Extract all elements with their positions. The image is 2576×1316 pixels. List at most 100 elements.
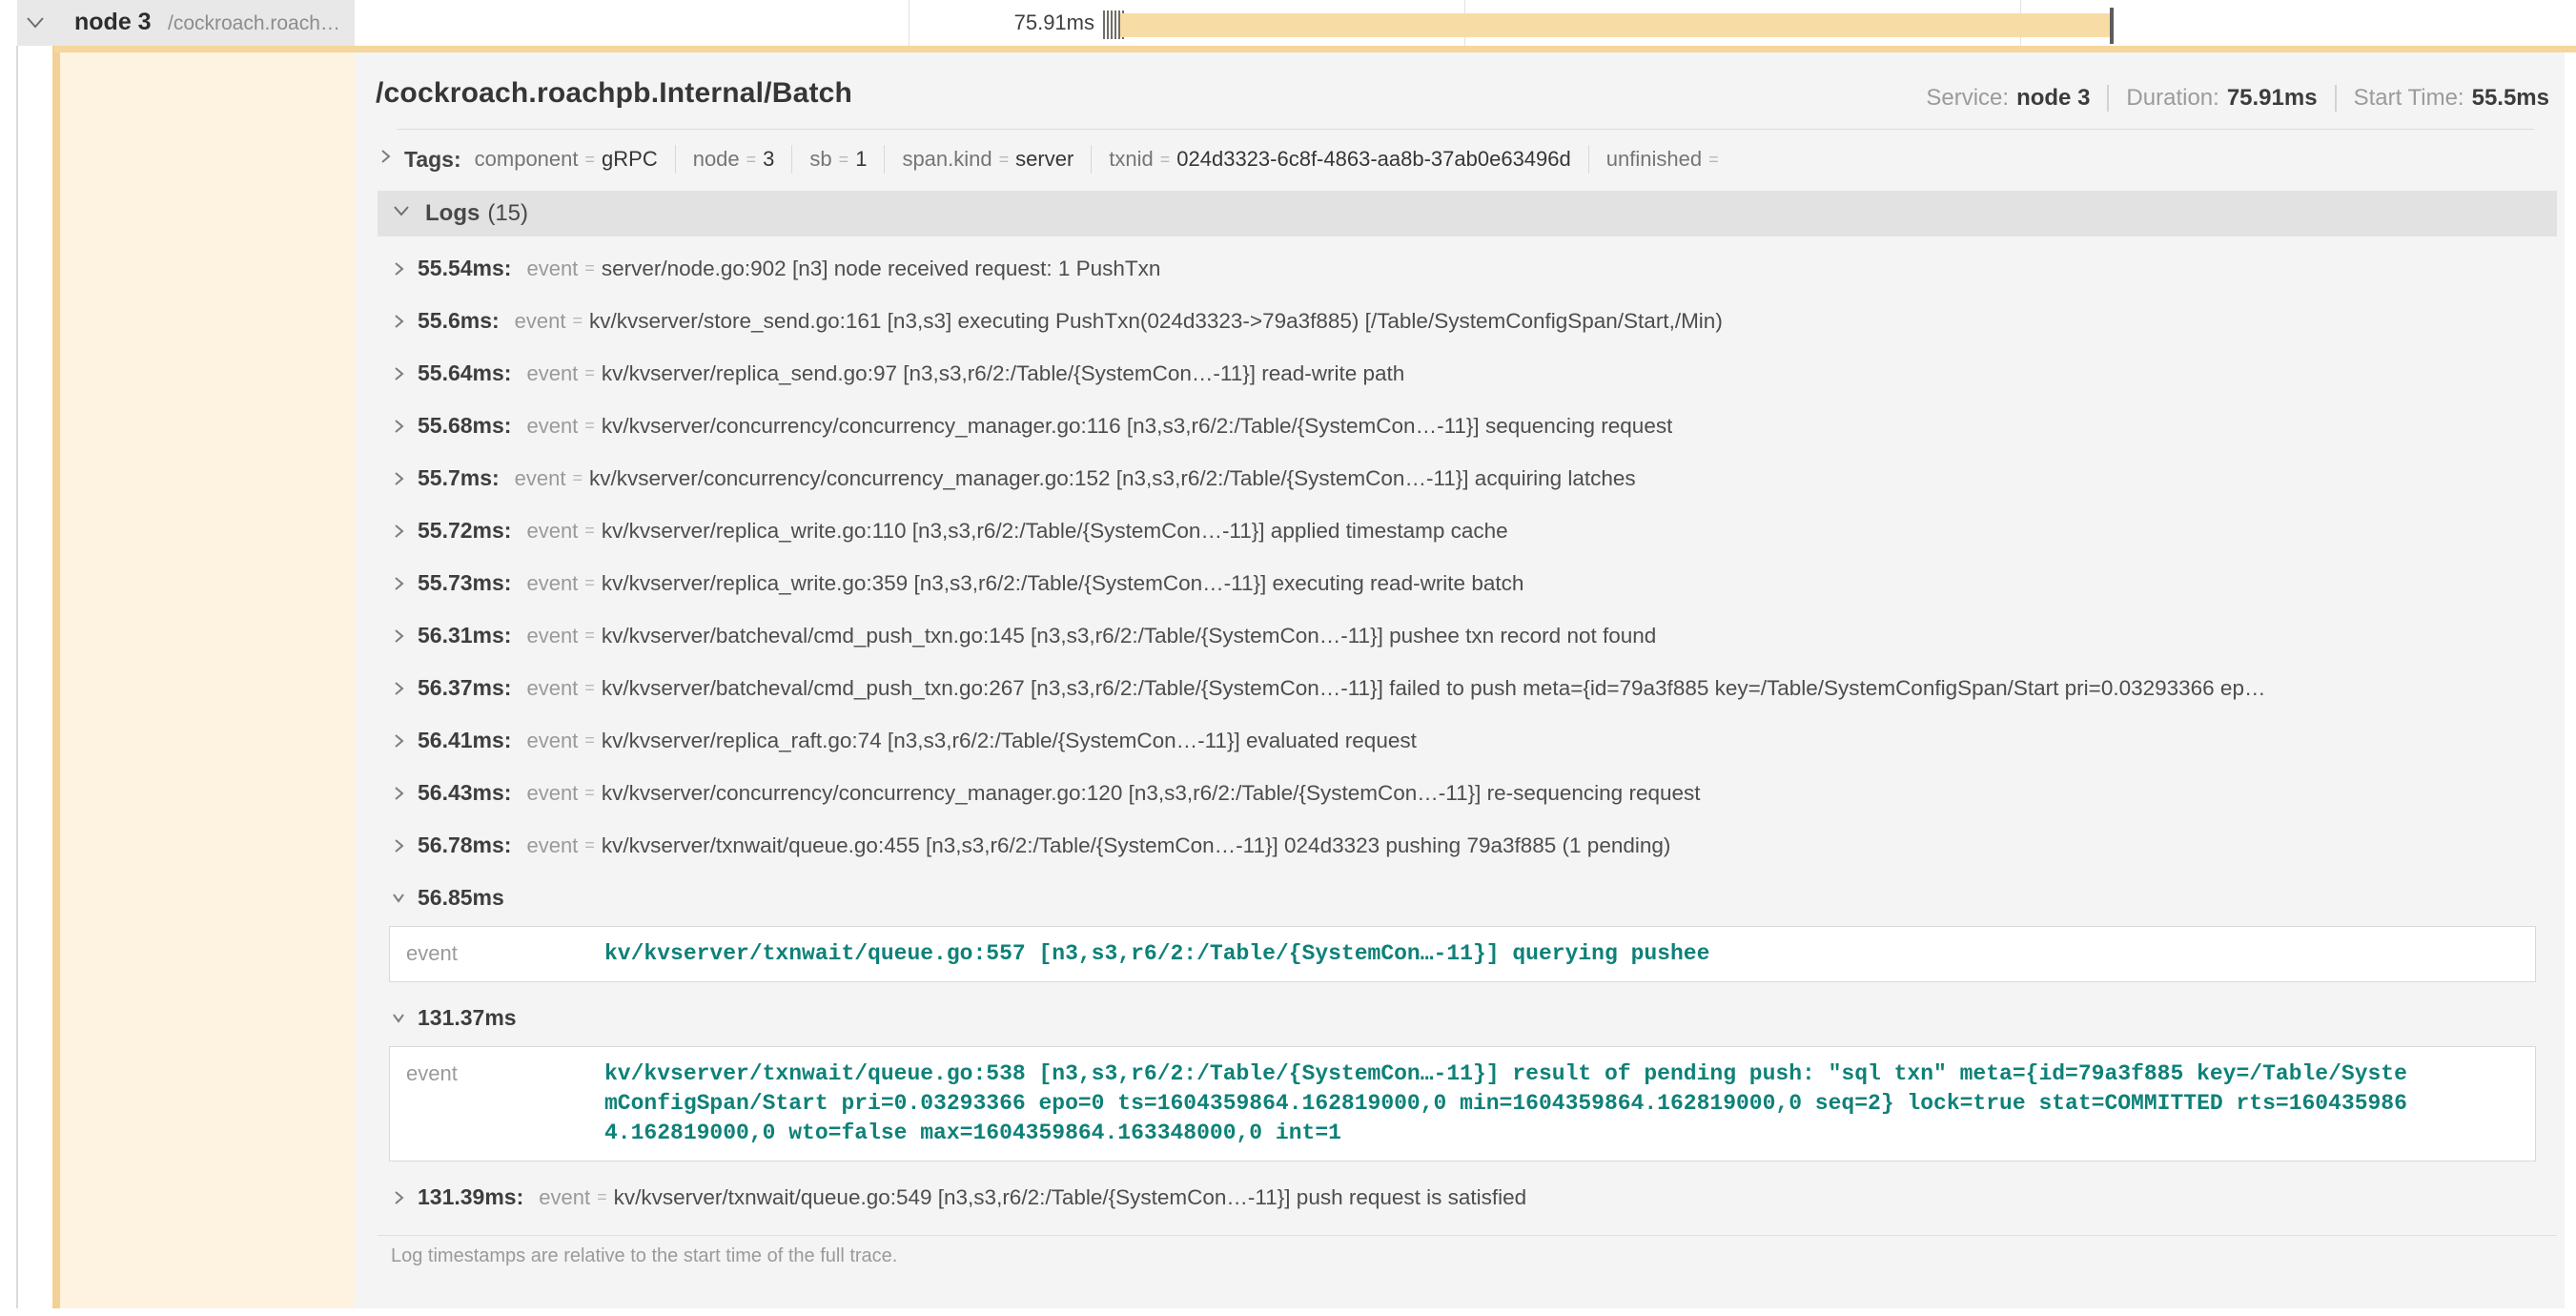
equals-sign: = — [584, 678, 595, 698]
log-entry-row[interactable]: 55.73ms:event=kv/kvserver/replica_write.… — [378, 557, 2557, 609]
chevron-right-icon[interactable] — [391, 731, 406, 751]
log-timestamp: 55.54ms: — [418, 256, 511, 281]
log-field-value: kv/kvserver/replica_send.go:97 [n3,s3,r6… — [602, 361, 1405, 386]
log-field-value: kv/kvserver/replica_raft.go:74 [n3,s3,r6… — [602, 729, 1417, 753]
equals-sign: = — [584, 835, 595, 855]
equals-sign: = — [584, 626, 595, 646]
log-detail-panel: eventkv/kvserver/txnwait/queue.go:538 [n… — [389, 1046, 2536, 1162]
tags-list: component=gRPCnode=3sb=1span.kind=server… — [475, 145, 1726, 174]
timeline-gridline — [909, 0, 910, 46]
logs-header[interactable]: Logs (15) — [378, 191, 2557, 236]
chevron-right-icon[interactable] — [378, 147, 393, 172]
log-field-value: kv/kvserver/concurrency/concurrency_mana… — [602, 781, 1701, 806]
log-entry-row[interactable]: 56.37ms:event=kv/kvserver/batcheval/cmd_… — [378, 662, 2557, 714]
log-entry-row[interactable]: 56.43ms: event = kv/kvserver/concurrency/co… — [378, 767, 2557, 819]
tag-item[interactable]: unfinished= — [1606, 147, 1726, 172]
chevron-right-icon[interactable] — [391, 364, 406, 383]
logs-list: 55.54ms: event = server/node.go:902 [n3] no… — [378, 236, 2557, 1223]
log-marker — [2110, 8, 2114, 44]
equals-sign: = — [999, 150, 1010, 170]
log-field-value: kv/kvserver/batcheval/cmd_push_txn.go:26… — [602, 676, 2266, 701]
equals-sign: = — [1160, 150, 1171, 170]
duration-value: 75.91ms — [2227, 85, 2318, 112]
log-timestamp: 56.43ms: — [418, 780, 511, 806]
log-field-key: event — [526, 519, 578, 544]
tag-item[interactable]: sb=1 — [809, 147, 867, 172]
tag-item[interactable]: node=3 — [693, 147, 775, 172]
log-detail-panel: eventkv/kvserver/txnwait/queue.go:557 [n… — [389, 926, 2536, 982]
start-time-label: Start Time: — [2354, 85, 2464, 112]
log-field-key: event — [526, 624, 578, 648]
span-row[interactable]: node 3 /cockroach.roach… 75.91ms — [0, 0, 2576, 46]
log-field-value: kv/kvserver/txnwait/queue.go:557 [n3,s3,… — [604, 939, 1709, 969]
chevron-right-icon[interactable] — [391, 417, 406, 436]
chevron-down-icon[interactable] — [391, 1009, 406, 1028]
log-entry-row[interactable]: 55.54ms: event = server/node.go:902 [n3] no… — [378, 242, 2557, 295]
tag-item[interactable]: span.kind=server — [902, 147, 1073, 172]
log-field-value: kv/kvserver/replica_write.go:359 [n3,s3,… — [602, 571, 1524, 596]
log-entry-row[interactable]: 56.41ms:event=kv/kvserver/replica_raft.g… — [378, 714, 2557, 767]
chevron-right-icon[interactable] — [391, 259, 406, 278]
log-field-value: kv/kvserver/txnwait/queue.go:455 [n3,s3,… — [602, 833, 1671, 858]
tag-value: 1 — [855, 147, 867, 172]
chevron-right-icon[interactable] — [391, 469, 406, 488]
log-field-value: kv/kvserver/concurrency/concurrency_mana… — [602, 414, 1673, 439]
span-duration-bar[interactable] — [1120, 13, 2112, 37]
log-entry-row-expanded[interactable]: 56.85ms — [378, 872, 2557, 924]
equals-sign: = — [839, 150, 849, 170]
equals-sign: = — [1708, 150, 1719, 170]
log-field-key: event — [515, 309, 566, 334]
meta-divider — [2107, 85, 2109, 112]
span-detail-header: /cockroach.roachpb.Internal/Batch Servic… — [355, 52, 2565, 130]
span-operation-name[interactable]: /cockroach.roach… — [168, 12, 340, 35]
chevron-right-icon[interactable] — [391, 522, 406, 541]
log-entry-row[interactable]: 55.7ms:event=kv/kvserver/concurrency/con… — [378, 452, 2557, 504]
log-entry-row[interactable]: 56.78ms:event=kv/kvserver/txnwait/queue.… — [378, 819, 2557, 872]
log-entry-row[interactable]: 55.6ms:event=kv/kvserver/store_send.go:1… — [378, 295, 2557, 347]
detail-card-accent-border — [54, 46, 2576, 52]
chevron-right-icon[interactable] — [391, 574, 406, 593]
chevron-right-icon[interactable] — [391, 836, 406, 855]
log-entry-row[interactable]: 55.64ms:event=kv/kvserver/replica_send.g… — [378, 347, 2557, 400]
log-field-value: server/node.go:902 [n3] node received re… — [602, 257, 1161, 281]
tree-guide-line — [16, 0, 18, 1308]
log-field-key: event — [526, 257, 578, 281]
chevron-down-icon[interactable] — [391, 204, 412, 224]
log-timestamp: 55.72ms: — [418, 518, 511, 544]
chevron-right-icon[interactable] — [391, 784, 406, 803]
log-field-key: event — [526, 781, 578, 806]
equals-sign: = — [584, 573, 595, 593]
header-divider — [397, 129, 2534, 130]
chevron-down-icon[interactable] — [391, 889, 406, 908]
tag-divider — [675, 145, 676, 174]
chevron-right-icon[interactable] — [391, 627, 406, 646]
chevron-right-icon[interactable] — [391, 312, 406, 331]
log-timestamp: 56.41ms: — [418, 728, 511, 753]
tag-key: node — [693, 147, 740, 172]
equals-sign: = — [584, 258, 595, 278]
equals-sign: = — [746, 150, 757, 170]
span-service-name[interactable]: node 3 — [74, 9, 152, 36]
log-timestamp: 56.85ms — [418, 885, 504, 911]
service-value: node 3 — [2016, 85, 2090, 112]
log-field-value: kv/kvserver/store_send.go:161 [n3,s3] ex… — [589, 309, 1723, 334]
logs-title: Logs — [425, 200, 480, 227]
equals-sign: = — [584, 783, 595, 803]
tag-value: gRPC — [602, 147, 658, 172]
tag-divider — [1588, 145, 1589, 174]
log-entry-row[interactable]: 55.68ms:event=kv/kvserver/concurrency/co… — [378, 400, 2557, 452]
log-field-key: event — [526, 676, 578, 701]
log-entry-row[interactable]: 55.72ms:event=kv/kvserver/replica_write.… — [378, 504, 2557, 557]
log-entry-row[interactable]: 131.39ms:event=kv/kvserver/txnwait/queue… — [378, 1171, 2557, 1223]
chevron-right-icon[interactable] — [391, 1188, 406, 1207]
log-entry-row-expanded[interactable]: 131.37ms — [378, 992, 2557, 1044]
tag-item[interactable]: component=gRPC — [475, 147, 658, 172]
log-timestamp: 55.68ms: — [418, 413, 511, 439]
log-timestamp: 55.73ms: — [418, 570, 511, 596]
tags-row[interactable]: Tags: component=gRPCnode=3sb=1span.kind=… — [355, 130, 2565, 187]
tag-item[interactable]: txnid=024d3323-6c8f-4863-aa8b-37ab0e6349… — [1109, 147, 1570, 172]
chevron-right-icon[interactable] — [391, 679, 406, 698]
logs-footer-note: Log timestamps are relative to the start… — [378, 1235, 2557, 1279]
chevron-down-icon[interactable] — [23, 14, 48, 36]
log-entry-row[interactable]: 56.31ms:event=kv/kvserver/batcheval/cmd_… — [378, 609, 2557, 662]
